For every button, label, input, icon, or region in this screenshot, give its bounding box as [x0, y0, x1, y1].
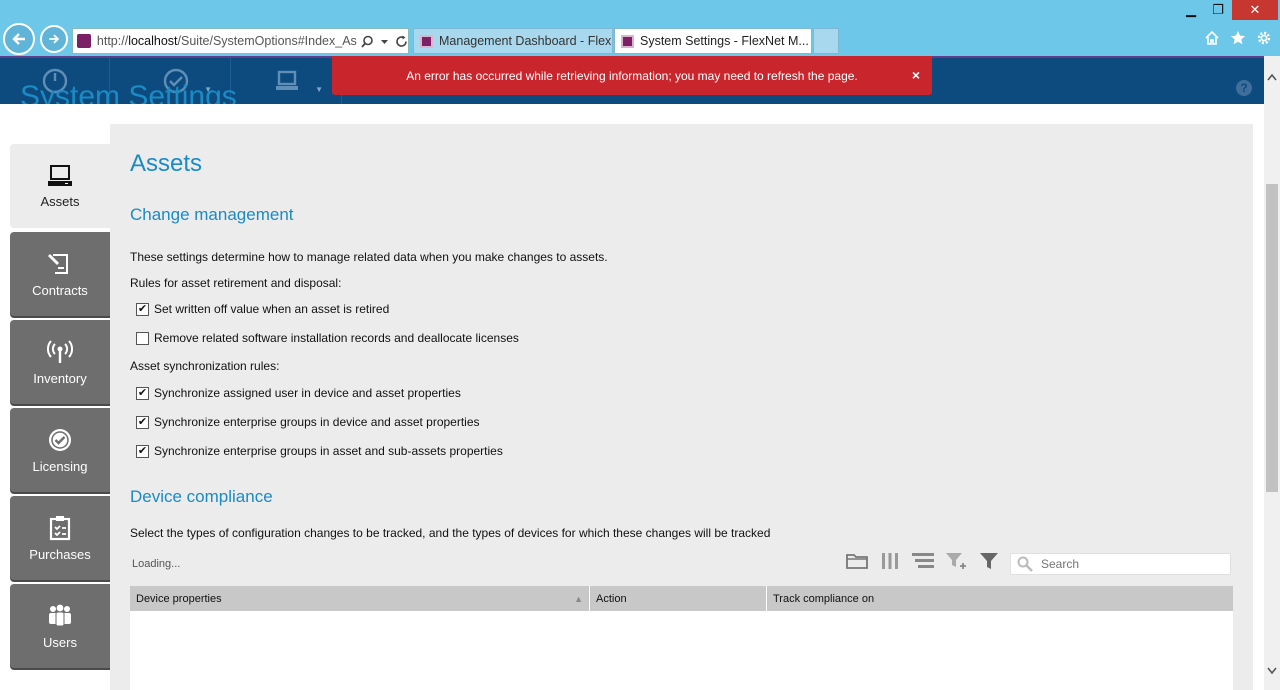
sidebar-item-licensing[interactable]: Licensing [10, 408, 110, 492]
sidebar-item-inventory[interactable]: Inventory [10, 320, 110, 404]
contract-signing-icon [48, 253, 68, 274]
scroll-thumb[interactable] [1266, 184, 1278, 492]
remove-records-checkbox[interactable] [136, 331, 149, 345]
loading-indicator: Loading... [132, 558, 181, 570]
sync-groups-subassets-checkbox[interactable]: ✔ [136, 444, 149, 458]
sync-enterprise-groups-subassets-option[interactable]: ✔ Synchronize enterprise groups in asset… [136, 444, 503, 458]
change-management-heading: Change management [130, 205, 294, 224]
star-icon[interactable] [1230, 30, 1246, 46]
error-message: An error has occurred while retrieving i… [406, 68, 858, 83]
remove-installation-records-option[interactable]: Remove related software installation rec… [136, 331, 519, 345]
tab-label: Management Dashboard - Flex... [439, 34, 613, 48]
search-input[interactable] [1041, 557, 1221, 571]
browser-chrome: ▁ ❐ ✕ http://localhost/Suite/SystemOptio… [0, 0, 1280, 56]
sync-assigned-user-option[interactable]: ✔ Synchronize assigned user in device an… [136, 386, 461, 400]
folder-icon[interactable] [846, 552, 868, 570]
site-favicon-icon [77, 34, 91, 48]
sidebar-item-label: Contracts [32, 282, 88, 298]
arrow-left-icon [12, 33, 25, 45]
clipboard-check-icon [49, 515, 71, 540]
sidebar-item-label: Users [43, 634, 77, 650]
tab-favicon-icon [420, 34, 433, 48]
filter-icon[interactable] [978, 552, 1000, 570]
refresh-icon[interactable] [395, 35, 408, 48]
new-tab-button[interactable] [813, 28, 839, 54]
arrow-right-icon [49, 34, 60, 44]
forward-button[interactable] [40, 25, 68, 53]
error-banner: An error has occurred while retrieving i… [332, 56, 932, 95]
scroll-down-icon[interactable] [1264, 662, 1280, 680]
scroll-up-icon[interactable] [1264, 68, 1280, 86]
grid-body [130, 611, 1233, 690]
search-icon[interactable] [361, 35, 374, 48]
change-management-description: These settings determine how to manage r… [130, 250, 608, 264]
sidebar-item-label: Licensing [32, 458, 88, 474]
written-off-checkbox[interactable]: ✔ [136, 302, 149, 316]
sort-ascending-icon[interactable]: ▲ [574, 594, 583, 604]
address-bar[interactable]: http://localhost/Suite/SystemOptions#Ind… [72, 28, 409, 54]
dropdown-arrow-icon[interactable] [380, 35, 389, 48]
settings-panel: Assets Change management These settings … [110, 124, 1253, 690]
back-button[interactable] [3, 23, 35, 55]
tab-management-dashboard[interactable]: Management Dashboard - Flex... [413, 28, 613, 54]
page-title: System Settings [20, 80, 237, 104]
grid-search[interactable] [1010, 553, 1231, 575]
search-icon [1017, 556, 1033, 572]
column-header-track-compliance[interactable]: Track compliance on [767, 586, 1233, 611]
retire-written-off-option[interactable]: ✔ Set written off value when an asset is… [136, 302, 389, 316]
close-window-button[interactable]: ✕ [1232, 0, 1278, 20]
close-error-icon[interactable]: × [912, 67, 920, 83]
page-scrollbar[interactable] [1264, 56, 1280, 690]
check-badge-icon [49, 428, 71, 451]
home-icon[interactable] [1204, 30, 1220, 46]
sidebar-item-assets[interactable]: Assets [10, 144, 110, 228]
laptop-icon [275, 70, 298, 90]
device-compliance-heading: Device compliance [130, 487, 273, 506]
sidebar-item-label: Assets [40, 193, 80, 209]
chevron-down-icon: ▼ [315, 85, 323, 94]
sync-enterprise-groups-device-option[interactable]: ✔ Synchronize enterprise groups in devic… [136, 415, 480, 429]
laptop-icon [48, 164, 72, 186]
users-group-icon [49, 604, 71, 626]
tab-system-settings[interactable]: System Settings - FlexNet M... ✕ [614, 28, 812, 54]
add-filter-icon[interactable] [945, 552, 967, 570]
antenna-icon [47, 339, 73, 363]
sync-groups-device-checkbox[interactable]: ✔ [136, 415, 149, 429]
retirement-rules-label: Rules for asset retirement and disposal: [130, 276, 342, 290]
gear-icon[interactable] [1256, 30, 1272, 46]
sync-rules-label: Asset synchronization rules: [130, 359, 280, 373]
tab-label: System Settings - FlexNet M... [640, 34, 809, 48]
sidebar-item-contracts[interactable]: Contracts [10, 232, 110, 316]
minimize-button[interactable]: ▁ [1178, 0, 1204, 20]
device-compliance-description: Select the types of configuration change… [130, 526, 771, 540]
section-title: Assets [130, 150, 203, 177]
grid-toolbar [846, 552, 1000, 570]
group-rows-icon[interactable] [912, 552, 934, 570]
column-header-device-properties[interactable]: Device properties ▲ [130, 586, 590, 611]
column-header-action[interactable]: Action [590, 586, 767, 611]
maximize-button[interactable]: ❐ [1205, 0, 1231, 20]
grid-header: Device properties ▲ Action Track complia… [130, 586, 1233, 611]
sync-user-checkbox[interactable]: ✔ [136, 386, 149, 400]
sidebar-item-users[interactable]: Users [10, 584, 110, 668]
sidebar-item-label: Purchases [29, 546, 91, 562]
sidebar-item-purchases[interactable]: Purchases [10, 496, 110, 580]
columns-icon[interactable] [879, 552, 901, 570]
address-url[interactable]: http://localhost/Suite/SystemOptions#Ind… [97, 34, 357, 48]
sidebar-item-label: Inventory [33, 370, 87, 386]
help-icon[interactable]: ? [1236, 80, 1252, 96]
tab-favicon-icon [621, 34, 634, 48]
